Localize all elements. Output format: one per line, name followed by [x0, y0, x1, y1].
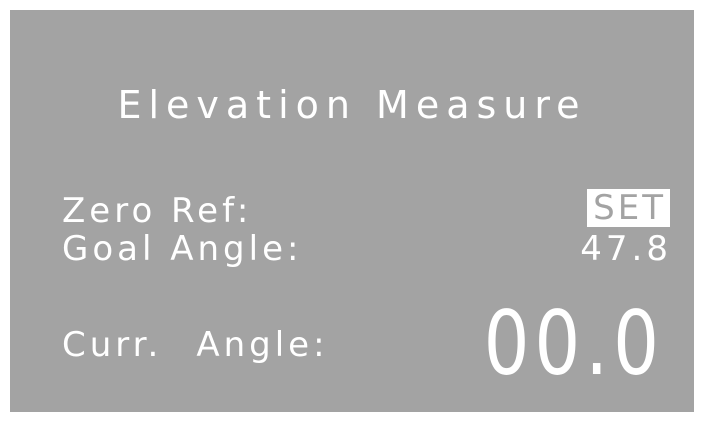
current-angle-value: 00.0: [483, 292, 664, 395]
goal-angle-label: Goal Angle:: [62, 229, 303, 269]
lcd-display: Elevation Measure Zero Ref: SET Goal Ang…: [10, 10, 694, 412]
zero-ref-label: Zero Ref:: [62, 191, 253, 231]
current-angle-label-part1: Curr.: [62, 325, 163, 365]
current-angle-label: Curr. Angle:: [62, 328, 329, 362]
screen-title: Elevation Measure: [117, 83, 587, 127]
current-angle-label-part2: Angle:: [196, 325, 329, 365]
goal-angle-value[interactable]: 47.8: [580, 232, 672, 266]
zero-ref-set-button[interactable]: SET: [587, 189, 670, 227]
